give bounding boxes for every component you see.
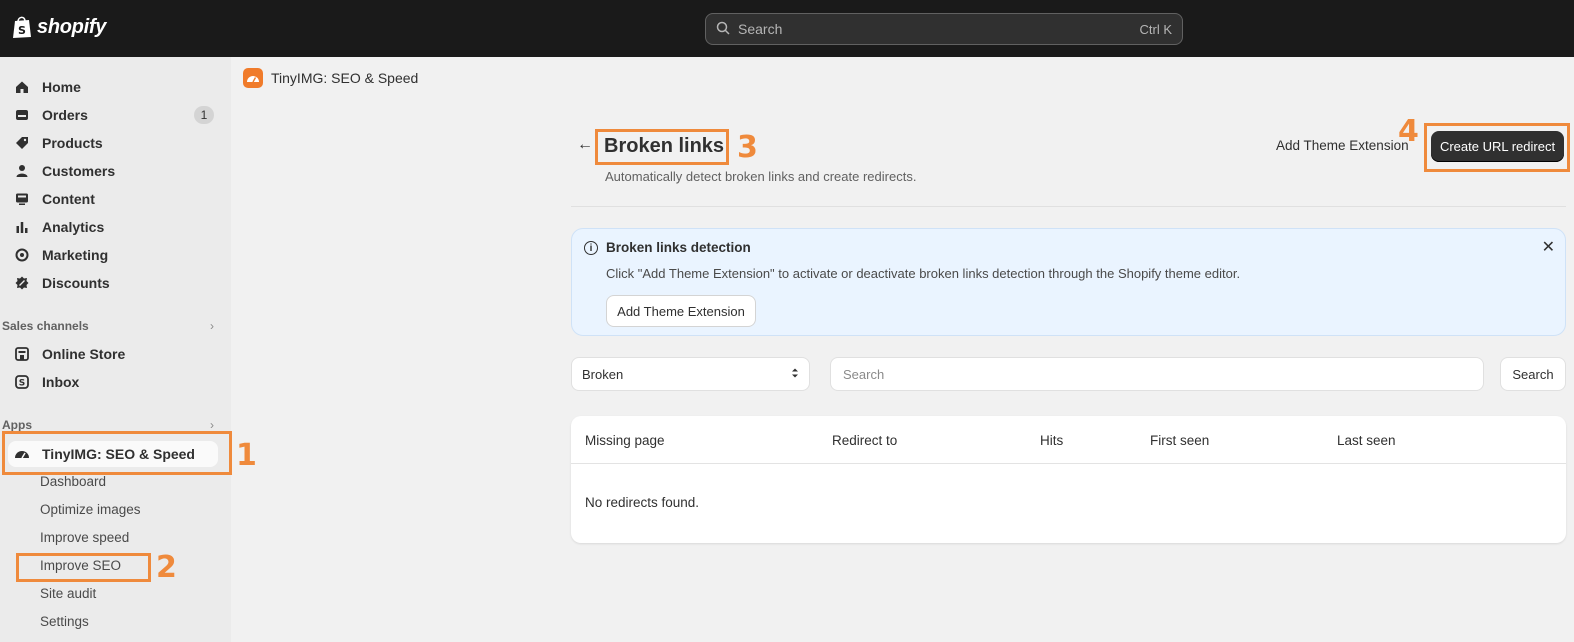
filter-search-input[interactable]: Search: [830, 357, 1484, 391]
shopify-logo[interactable]: S shopify: [12, 15, 106, 39]
sidebar-item-label: Orders: [42, 107, 88, 123]
redirects-table: Missing page Redirect to Hits First seen…: [571, 416, 1566, 543]
sidebar-item-inbox[interactable]: S Inbox: [8, 369, 218, 395]
content-icon: [14, 191, 30, 207]
sidebar-item-content[interactable]: Content: [8, 186, 218, 212]
sidebar-item-customers[interactable]: Customers: [8, 158, 218, 184]
sidebar-item-label: Home: [42, 79, 81, 95]
annotation-number-3: 3: [737, 130, 758, 165]
status-filter-select[interactable]: Broken: [571, 357, 810, 391]
page-subtitle: Automatically detect broken links and cr…: [605, 169, 917, 184]
annotation-number-2: 2: [156, 550, 177, 585]
close-icon[interactable]: ✕: [1542, 237, 1555, 257]
empty-state-message: No redirects found.: [585, 495, 700, 510]
page-title: Broken links: [604, 135, 725, 157]
search-button[interactable]: Search: [1500, 357, 1566, 391]
annotation-box-2: [16, 553, 151, 582]
sales-channels-header[interactable]: Sales channels ›: [2, 319, 214, 333]
home-icon: [14, 79, 30, 95]
header-divider: [571, 206, 1566, 207]
person-icon: [14, 163, 30, 179]
create-url-redirect-button[interactable]: Create URL redirect: [1431, 131, 1564, 162]
sidebar-item-marketing[interactable]: Marketing: [8, 242, 218, 268]
global-search-input[interactable]: Search Ctrl K: [705, 13, 1183, 45]
chevron-right-icon: ›: [210, 319, 214, 333]
sidebar-item-home[interactable]: Home: [8, 74, 218, 100]
apps-header[interactable]: Apps ›: [2, 418, 214, 432]
sidebar-item-discounts[interactable]: Discounts: [8, 270, 218, 296]
sidebar-sub-dashboard[interactable]: Dashboard: [40, 474, 106, 489]
column-header-hits: Hits: [1040, 433, 1064, 448]
back-arrow-icon[interactable]: ←: [577, 136, 593, 154]
annotation-number-1: 1: [236, 438, 257, 473]
sidebar-item-online-store[interactable]: Online Store: [8, 341, 218, 367]
svg-text:S: S: [19, 379, 25, 389]
sidebar-item-label: Discounts: [42, 275, 110, 291]
discount-icon: [14, 275, 30, 291]
orders-icon: [14, 107, 30, 123]
sidebar-sub-settings[interactable]: Settings: [40, 614, 89, 629]
search-icon: [716, 21, 730, 38]
column-header-missing-page: Missing page: [585, 433, 665, 448]
target-icon: [14, 247, 30, 263]
select-value: Broken: [582, 366, 624, 382]
brand-name: shopify: [37, 15, 107, 38]
bar-chart-icon: [14, 219, 30, 235]
app-header: TinyIMG: SEO & Speed: [243, 68, 418, 88]
add-theme-extension-link[interactable]: Add Theme Extension: [1276, 138, 1409, 153]
sidebar-item-analytics[interactable]: Analytics: [8, 214, 218, 240]
inbox-icon: S: [14, 374, 30, 390]
chevron-right-icon: ›: [210, 418, 214, 432]
search-shortcut: Ctrl K: [1139, 21, 1173, 37]
app-name: TinyIMG: SEO & Speed: [271, 70, 419, 86]
sidebar-item-label: Customers: [42, 163, 116, 179]
section-label: Sales channels: [2, 319, 89, 333]
svg-text:S: S: [18, 24, 26, 37]
banner-add-theme-extension-button[interactable]: Add Theme Extension: [606, 295, 756, 327]
sidebar-sub-optimize-images[interactable]: Optimize images: [40, 502, 141, 517]
sidebar-item-label: Inbox: [42, 374, 80, 390]
tinyimg-logo-icon: [243, 68, 263, 88]
select-arrows-icon: [791, 367, 799, 382]
sidebar-sub-improve-speed[interactable]: Improve speed: [40, 530, 129, 545]
sidebar-sub-site-audit[interactable]: Site audit: [40, 586, 96, 601]
search-placeholder: Search: [738, 21, 783, 37]
section-label: Apps: [2, 418, 32, 432]
sidebar-item-label: Marketing: [42, 247, 109, 263]
sidebar-item-products[interactable]: Products: [8, 130, 218, 156]
annotation-box-1: [2, 431, 232, 475]
sidebar-item-orders[interactable]: Orders 1: [8, 102, 218, 128]
sidebar-item-label: Products: [42, 135, 103, 151]
banner-title: Broken links detection: [606, 240, 751, 255]
orders-count-badge: 1: [194, 106, 214, 124]
info-icon: i: [584, 241, 598, 255]
column-header-first-seen: First seen: [1150, 433, 1210, 448]
column-header-redirect-to: Redirect to: [832, 433, 898, 448]
info-banner: i Broken links detection Click "Add Them…: [571, 228, 1566, 336]
banner-text: Click "Add Theme Extension" to activate …: [606, 266, 1241, 281]
store-icon: [14, 346, 30, 362]
top-bar: S shopify Search Ctrl K: [0, 0, 1574, 57]
tag-icon: [14, 135, 30, 151]
sidebar-item-label: Content: [42, 191, 95, 207]
shopify-bag-icon: S: [12, 15, 32, 39]
column-header-last-seen: Last seen: [1337, 433, 1396, 448]
sidebar-item-label: Analytics: [42, 219, 105, 235]
sidebar-item-label: Online Store: [42, 346, 126, 362]
table-header-divider: [571, 463, 1566, 464]
